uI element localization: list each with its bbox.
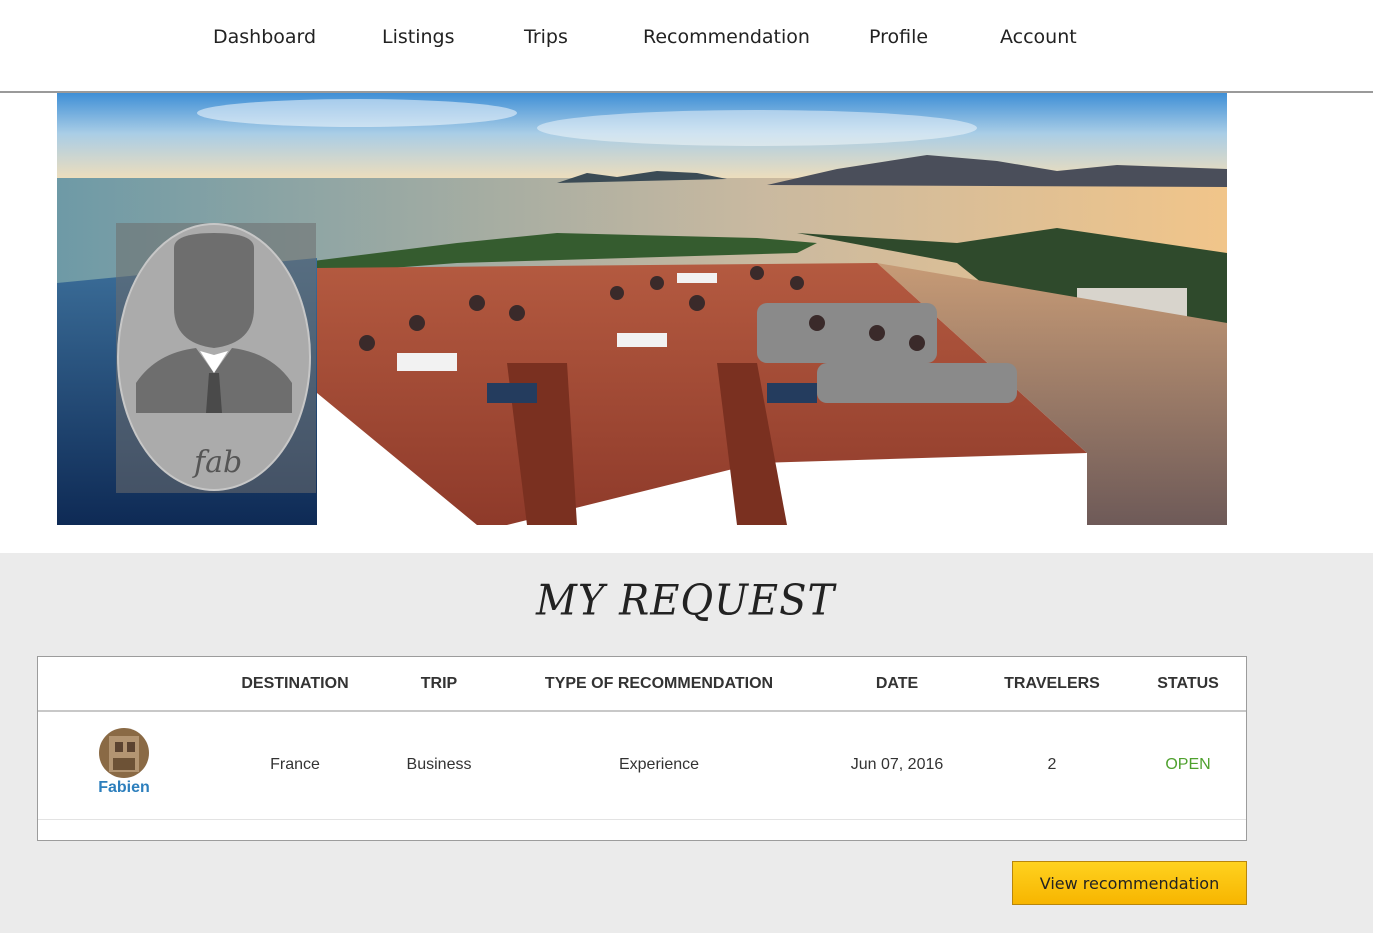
column-type: TYPE OF RECOMMENDATION: [544, 675, 774, 692]
view-recommendation-button[interactable]: View recommendation: [1012, 861, 1247, 905]
profile-signature: fab: [194, 445, 243, 480]
requests-table: DESTINATION TRIP TYPE OF RECOMMENDATION …: [37, 656, 1247, 841]
profile-avatar-frame: fab: [116, 223, 316, 493]
table-header: DESTINATION TRIP TYPE OF RECOMMENDATION …: [38, 657, 1246, 712]
cell-type: Experience: [618, 756, 700, 773]
top-navigation: Dashboard Listings Trips Recommendation …: [0, 0, 1373, 93]
cell-trip: Business: [406, 756, 472, 773]
cell-destination: France: [270, 756, 320, 773]
nav-dashboard[interactable]: Dashboard: [213, 26, 316, 48]
cell-travelers: 2: [1047, 756, 1057, 773]
user-name-link[interactable]: Fabien: [98, 779, 150, 797]
nav-trips[interactable]: Trips: [524, 26, 568, 48]
column-status: STATUS: [1157, 675, 1219, 692]
column-date: DATE: [875, 675, 919, 692]
page-title: MY REQUEST: [536, 576, 836, 626]
nav-listings[interactable]: Listings: [382, 26, 455, 48]
column-trip: TRIP: [420, 675, 458, 692]
cell-date: Jun 07, 2016: [850, 756, 944, 773]
row-divider: [38, 819, 1246, 820]
column-destination: DESTINATION: [241, 675, 349, 692]
nav-profile[interactable]: Profile: [869, 26, 928, 48]
column-travelers: TRAVELERS: [1004, 675, 1100, 692]
nav-recommendation[interactable]: Recommendation: [643, 26, 810, 48]
nav-account[interactable]: Account: [1000, 26, 1077, 48]
user-photo-icon: [99, 728, 149, 778]
user-avatar[interactable]: [99, 728, 149, 778]
status-badge: OPEN: [1165, 756, 1211, 773]
